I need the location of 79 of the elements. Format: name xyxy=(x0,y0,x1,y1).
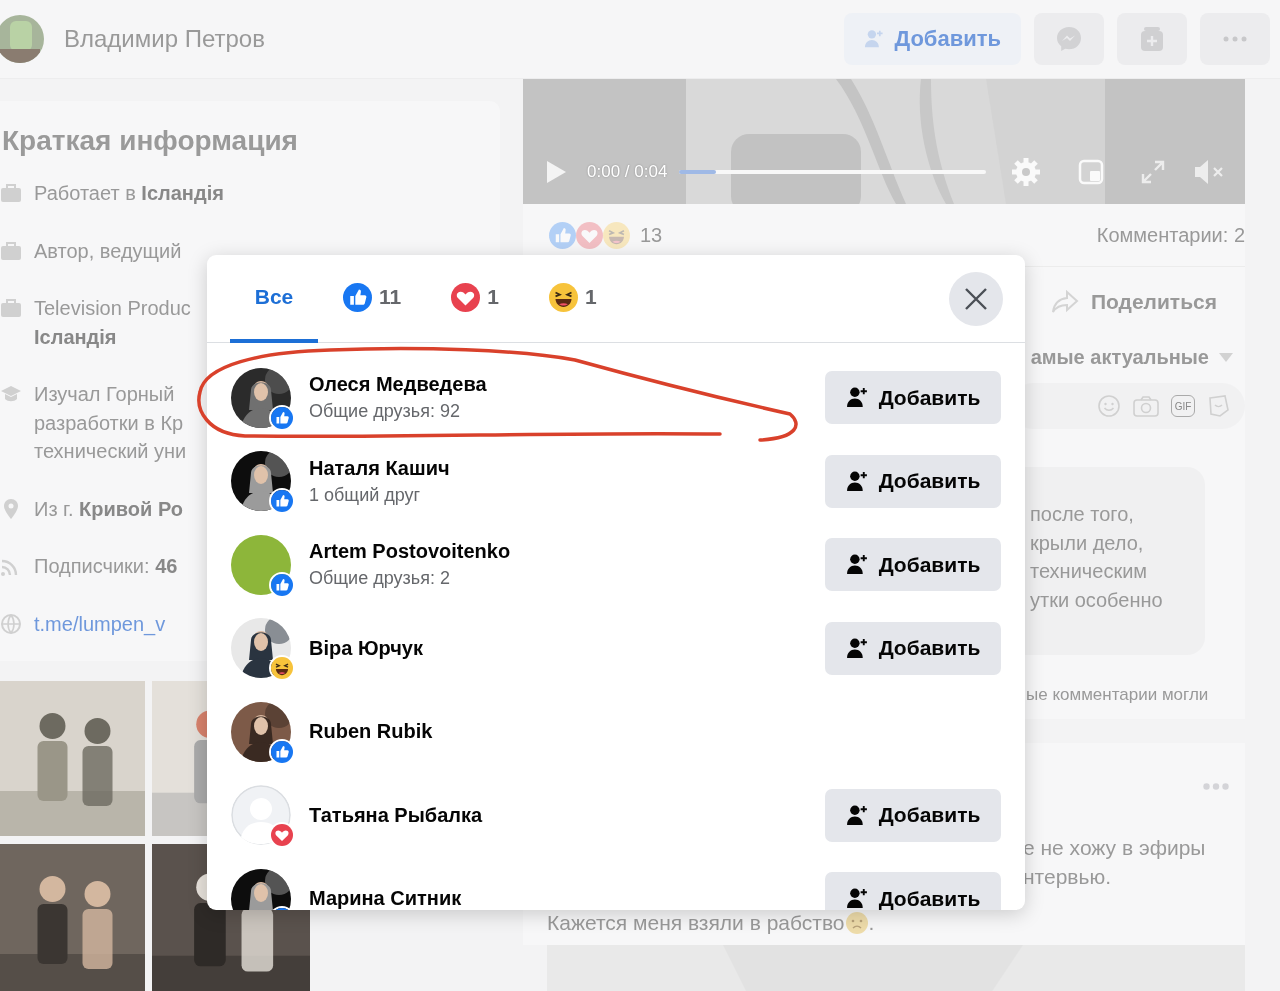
intro-text: разработки в Кр xyxy=(34,410,185,436)
fullscreen-icon[interactable] xyxy=(1140,158,1167,185)
profile-name: Владимир Петров xyxy=(64,25,265,53)
add-friend-button[interactable]: Добавить xyxy=(825,371,1001,425)
laughing-face-icon xyxy=(603,221,630,249)
close-icon xyxy=(964,286,988,311)
like-icon xyxy=(549,221,576,249)
messenger-button[interactable] xyxy=(1034,13,1104,65)
intro-text: технический уни xyxy=(34,439,187,464)
progress-track[interactable] xyxy=(679,169,987,174)
caption-end: . xyxy=(868,911,875,935)
messenger-icon xyxy=(1054,24,1084,54)
like-badge-icon xyxy=(271,490,293,513)
like-badge-icon xyxy=(271,406,293,429)
person-name[interactable]: Віра Юрчук xyxy=(309,636,423,660)
person-name[interactable]: Татьяна Рыбалка xyxy=(309,803,483,827)
share-icon xyxy=(1050,290,1079,314)
more-icon[interactable] xyxy=(1203,783,1229,790)
add-friend-button[interactable]: Добавить xyxy=(825,454,1001,508)
post-caption: Кажется меня взяли в рабство xyxy=(547,911,845,935)
comment-text: техническим xyxy=(1030,559,1149,584)
add-box-button[interactable] xyxy=(1117,13,1187,65)
like-badge-icon xyxy=(271,573,293,596)
settings-icon[interactable] xyxy=(1011,156,1042,187)
more-button[interactable] xyxy=(1200,13,1270,65)
person-name[interactable]: Artem Postovoitenko xyxy=(309,540,511,564)
briefcase-icon xyxy=(0,182,22,204)
mutual-friends: Общие друзья: 92 xyxy=(309,401,461,423)
add-friend-icon xyxy=(845,803,869,827)
person-name[interactable]: Марина Ситник xyxy=(309,887,462,910)
person-name[interactable]: Наталя Кашич xyxy=(309,456,450,480)
add-friend-button[interactable]: Добавить xyxy=(825,872,1001,910)
comment-text: утки особенно xyxy=(1030,587,1164,613)
miniplayer-icon[interactable] xyxy=(1078,158,1105,185)
comment-text: крыли дело, xyxy=(1030,530,1145,556)
add-friend-button[interactable]: Добавить xyxy=(825,538,1001,592)
intro-text: Подписчики: 46 xyxy=(34,554,178,579)
plus-box-icon xyxy=(1138,25,1166,53)
reaction-tab[interactable]: 11 xyxy=(318,255,427,343)
globe-icon xyxy=(0,612,22,635)
intro-text: Ісландія xyxy=(34,324,118,350)
laughing-badge-icon xyxy=(271,657,293,680)
play-icon[interactable] xyxy=(545,159,567,184)
reaction-tab[interactable]: Все xyxy=(230,255,318,343)
mutual-friends: 1 общий друг xyxy=(309,484,422,506)
intro-text: Работает в Ісландія xyxy=(34,181,224,206)
add-friend-icon xyxy=(845,636,869,660)
muted-speaker-icon[interactable] xyxy=(1193,157,1226,186)
add-friend-button[interactable]: Добавить xyxy=(825,621,1001,675)
add-friend-icon xyxy=(845,469,869,493)
camera-icon[interactable] xyxy=(1133,395,1159,417)
post-text: нтервью. xyxy=(1023,864,1113,890)
mutual-friends: Общие друзья: 2 xyxy=(309,568,451,590)
like-icon xyxy=(343,282,372,312)
video-time: 0:00 / 0:04 xyxy=(587,161,668,182)
add-friend-icon xyxy=(845,386,869,410)
briefcase-icon xyxy=(0,239,22,262)
intro-text: Автор, ведущий xyxy=(34,238,182,264)
person-name[interactable]: Ruben Rubik xyxy=(309,720,433,744)
comments-note: ые комментарии могли xyxy=(1026,685,1210,705)
reaction-tab[interactable]: 1 xyxy=(523,255,622,343)
add-friend-icon xyxy=(845,887,869,910)
intro-text: Из г. Кривой Ро xyxy=(34,496,183,522)
smiley-icon[interactable] xyxy=(1097,394,1121,418)
comment-text: после того, xyxy=(1030,502,1135,527)
add-friend-icon xyxy=(845,553,869,577)
sticker-icon[interactable] xyxy=(1207,394,1231,418)
more-icon xyxy=(1223,36,1247,42)
laughing-face-icon xyxy=(548,282,578,312)
intro-text: Television Produc xyxy=(34,296,191,321)
add-friend-button[interactable]: Добавить xyxy=(825,788,1001,842)
reaction-tab[interactable]: 1 xyxy=(426,255,524,343)
sad-face-icon xyxy=(844,911,869,935)
intro-title: Краткая информация xyxy=(2,125,299,157)
caret-icon[interactable] xyxy=(1219,352,1233,362)
close-button[interactable] xyxy=(949,271,1003,326)
person-name[interactable]: Олеся Медведева xyxy=(309,373,487,397)
briefcase-icon xyxy=(0,297,22,319)
intro-text: Изучал Горный xyxy=(34,382,176,407)
